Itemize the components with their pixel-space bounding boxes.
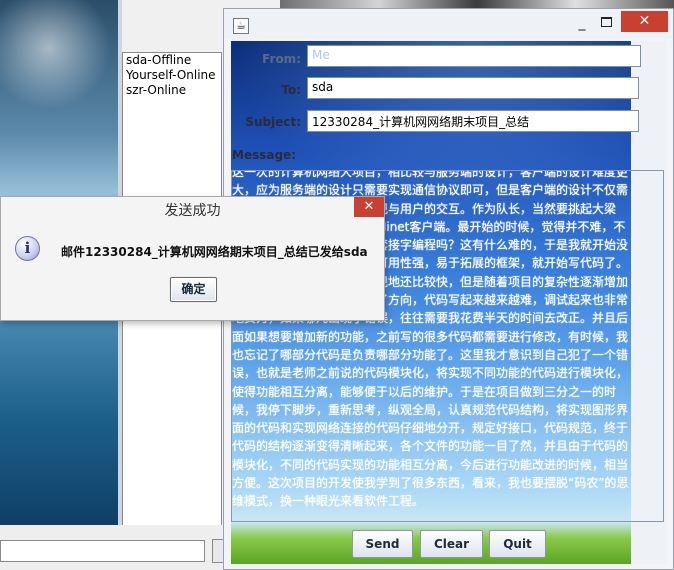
- send-success-dialog: 发送成功 ✕ i 邮件12330284_计算机网网络期末项目_总结已发给sda …: [0, 196, 385, 321]
- from-label: From:: [262, 52, 301, 66]
- dialog-title: 发送成功: [164, 203, 221, 219]
- java-app-icon: ☕: [233, 18, 249, 34]
- ok-button[interactable]: 确定: [170, 277, 217, 302]
- dialog-close-button[interactable]: ✕: [354, 197, 384, 217]
- minimize-button[interactable]: _: [574, 15, 590, 31]
- to-field[interactable]: sda: [307, 77, 639, 99]
- message-scroll-gutter: [631, 171, 663, 521]
- subject-field[interactable]: 12330284_计算机网网络期末项目_总结: [307, 110, 639, 132]
- user-list-item[interactable]: Yourself-Online: [123, 68, 221, 83]
- maximize-icon: [601, 17, 612, 27]
- title-bar[interactable]: ☕ _ ✕: [224, 9, 673, 39]
- close-button[interactable]: ✕: [621, 11, 668, 32]
- from-field[interactable]: Me: [307, 45, 641, 67]
- message-label: Message:: [232, 148, 296, 162]
- clear-button[interactable]: Clear: [420, 530, 483, 558]
- maximize-button[interactable]: [598, 13, 614, 29]
- user-list-item[interactable]: sda-Offline: [123, 53, 221, 68]
- info-icon: i: [15, 236, 40, 261]
- to-label: To:: [281, 83, 301, 97]
- subject-label: Subject:: [245, 115, 301, 129]
- quit-button[interactable]: Quit: [489, 530, 546, 558]
- user-list-item[interactable]: szr-Online: [123, 83, 221, 98]
- send-button[interactable]: Send: [352, 530, 413, 558]
- chat-input[interactable]: [0, 540, 205, 562]
- dialog-message: 邮件12330284_计算机网网络期末项目_总结已发给sda: [61, 245, 368, 259]
